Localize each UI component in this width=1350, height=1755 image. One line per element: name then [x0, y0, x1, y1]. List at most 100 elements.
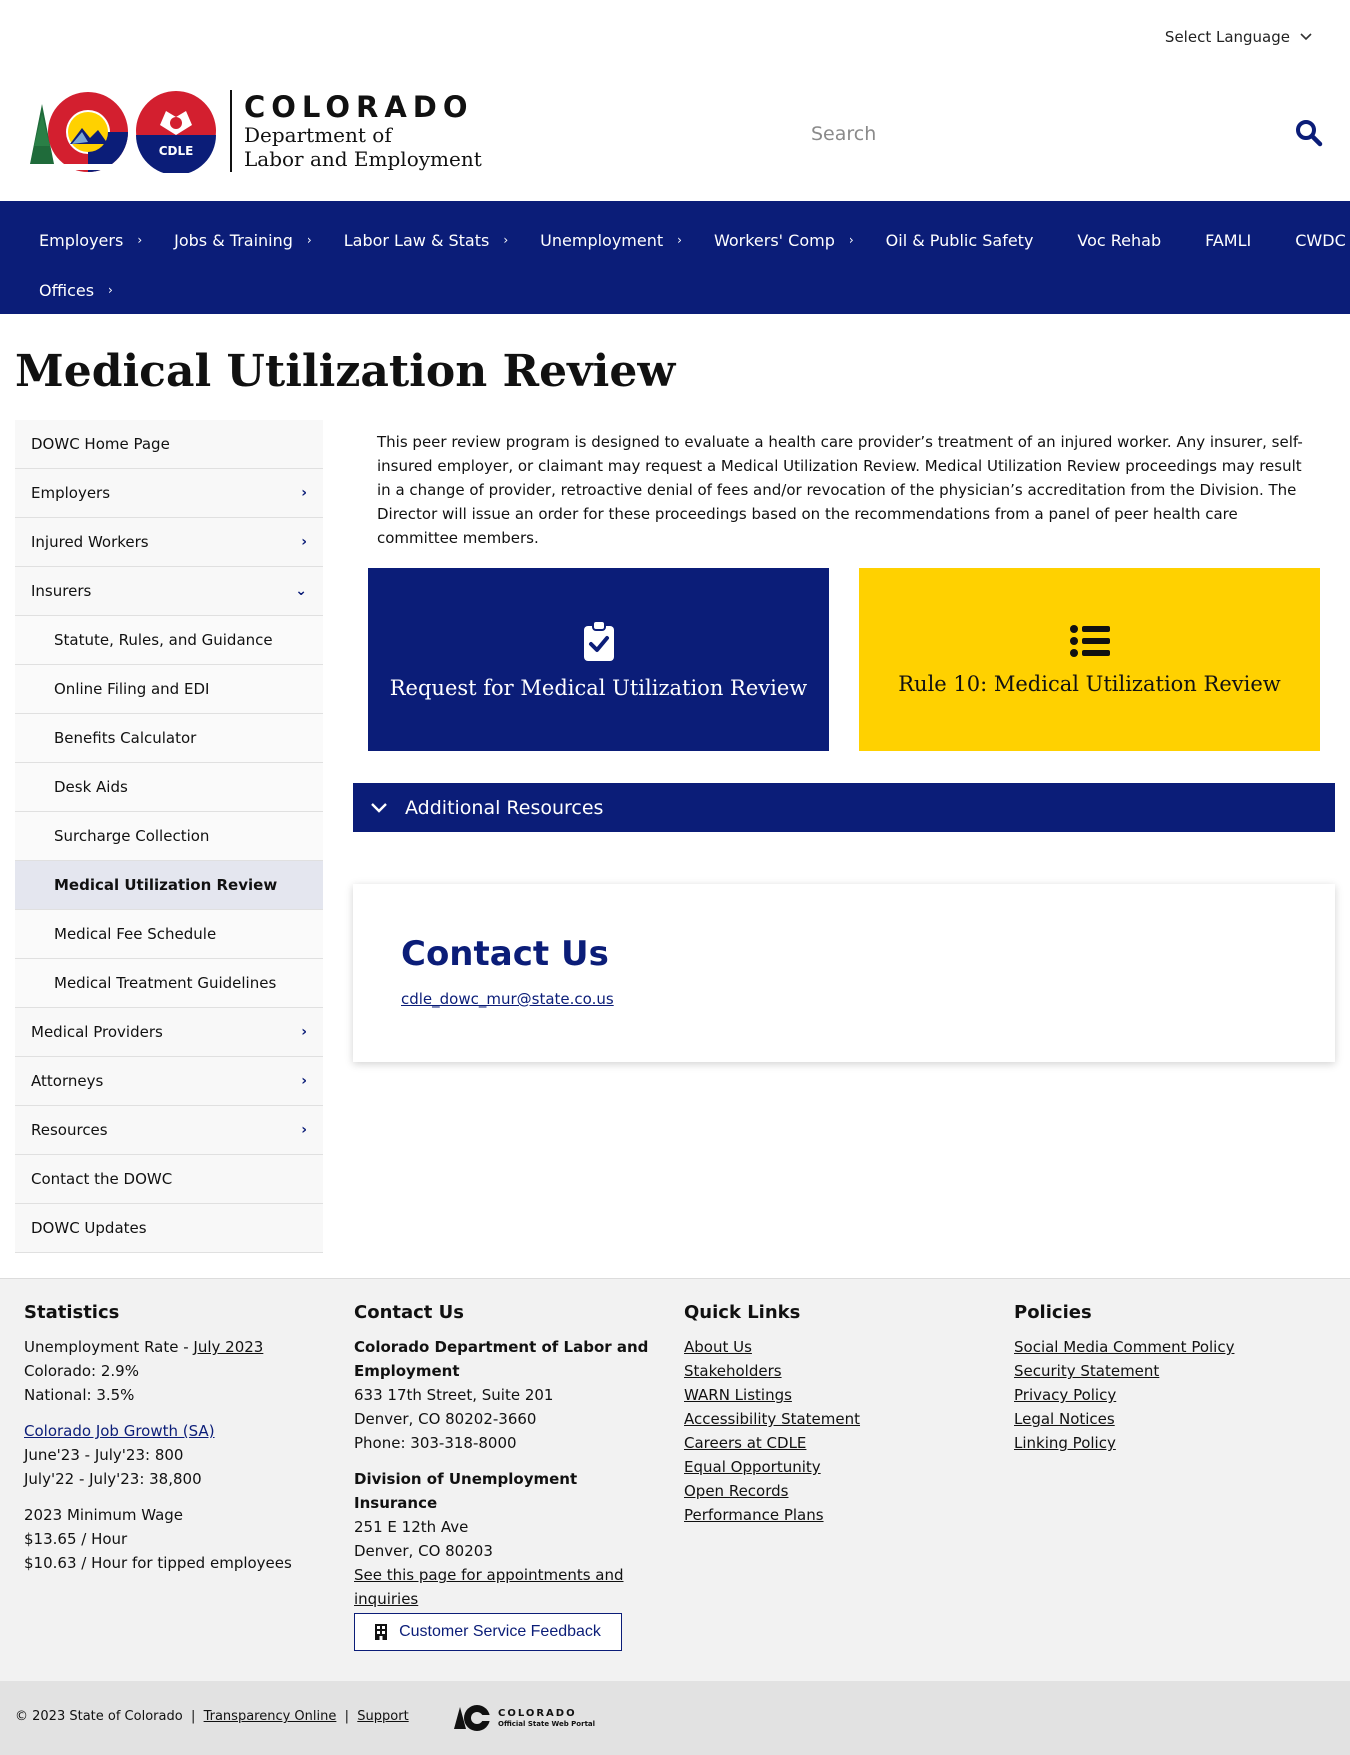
nav-item-label: FAMLI: [1205, 230, 1252, 250]
policy-link-social-media[interactable]: Social Media Comment Policy: [1014, 1335, 1334, 1359]
quick-link-performance-plans[interactable]: Performance Plans: [684, 1503, 984, 1527]
cdle-badge-icon: CDLE: [136, 91, 216, 173]
footer-policies: Policies Social Media Comment Policy Sec…: [1014, 1301, 1334, 1455]
contact-email-link[interactable]: cdle_dowc_mur@state.co.us: [401, 990, 614, 1008]
sidebar-item-medical-providers[interactable]: Medical Providers ›: [15, 1008, 323, 1057]
logo-dept-line-1: Department of: [244, 123, 392, 147]
sidebar-item-dowc-updates[interactable]: DOWC Updates: [15, 1204, 323, 1253]
sidebar-item-injured-workers[interactable]: Injured Workers ›: [15, 518, 323, 567]
chevron-right-icon[interactable]: ›: [301, 1073, 307, 1089]
sidebar-item-medical-treatment-guidelines[interactable]: Medical Treatment Guidelines: [15, 959, 323, 1008]
nav-item-unemployment[interactable]: Unemployment ›: [525, 215, 697, 265]
unemployment-rate-line: Unemployment Rate - July 2023: [24, 1335, 324, 1359]
colorado-c-logo-icon: [454, 1705, 492, 1731]
separator: |: [344, 1709, 350, 1724]
chevron-down-icon[interactable]: ⌄: [295, 583, 307, 599]
rule-10-card[interactable]: Rule 10: Medical Utilization Review: [859, 568, 1320, 751]
chevron-right-icon[interactable]: ›: [301, 1024, 307, 1040]
footer-heading: Policies: [1014, 1302, 1092, 1323]
sidebar-item-surcharge-collection[interactable]: Surcharge Collection: [15, 812, 323, 861]
customer-feedback-button[interactable]: Customer Service Feedback: [354, 1613, 622, 1651]
language-label: Select Language: [1164, 28, 1290, 46]
sidebar-item-statute-rules[interactable]: Statute, Rules, and Guidance: [15, 616, 323, 665]
policy-link-legal-notices[interactable]: Legal Notices: [1014, 1407, 1334, 1431]
quick-link-equal-opportunity[interactable]: Equal Opportunity: [684, 1455, 984, 1479]
colorado-rate: Colorado: 2.9%: [24, 1362, 139, 1380]
nav-item-cwdc[interactable]: CWDC: [1280, 215, 1350, 265]
sidebar-item-desk-aids[interactable]: Desk Aids: [15, 763, 323, 812]
nav-item-label: Voc Rehab: [1077, 230, 1162, 250]
language-selector[interactable]: Select Language: [1165, 28, 1312, 46]
chevron-right-icon[interactable]: ›: [301, 1122, 307, 1138]
footer-address-1: 633 17th Street, Suite 201: [354, 1386, 554, 1404]
sidebar-item-benefits-calculator[interactable]: Benefits Calculator: [15, 714, 323, 763]
sidebar-item-medical-fee-schedule[interactable]: Medical Fee Schedule: [15, 910, 323, 959]
nav-item-workers-comp[interactable]: Workers' Comp ›: [699, 215, 869, 265]
policy-link-linking[interactable]: Linking Policy: [1014, 1431, 1334, 1455]
sidebar-item-resources[interactable]: Resources ›: [15, 1106, 323, 1155]
national-rate: National: 3.5%: [24, 1386, 135, 1404]
job-growth-link[interactable]: Colorado Job Growth (SA): [24, 1419, 324, 1443]
sidebar-item-label: Medical Providers: [31, 1023, 163, 1041]
portal-subtitle: Official State Web Portal: [498, 1719, 596, 1728]
chevron-right-icon[interactable]: ›: [301, 485, 307, 501]
sidebar-item-label: Surcharge Collection: [54, 827, 210, 845]
sidebar-item-label: DOWC Home Page: [31, 435, 170, 453]
sidebar-item-dowc-home[interactable]: DOWC Home Page: [15, 420, 323, 469]
nav-item-label: CWDC: [1295, 230, 1346, 250]
sidebar-item-label: Statute, Rules, and Guidance: [54, 631, 273, 649]
sidebar-item-label: Benefits Calculator: [54, 729, 197, 747]
chevron-right-icon: ›: [108, 283, 113, 297]
portal-text: COLORADO Official State Web Portal: [498, 1708, 595, 1729]
clipboard-check-icon: [583, 619, 614, 661]
appointments-link[interactable]: See this page for appointments and inqui…: [354, 1563, 654, 1611]
request-review-card[interactable]: Request for Medical Utilization Review: [368, 568, 829, 751]
quick-link-open-records[interactable]: Open Records: [684, 1479, 984, 1503]
sidebar-item-label: Medical Utilization Review: [54, 876, 278, 894]
search-input[interactable]: [795, 117, 1265, 151]
nav-item-famli[interactable]: FAMLI: [1190, 215, 1266, 265]
quick-link-careers[interactable]: Careers at CDLE: [684, 1431, 984, 1455]
chevron-right-icon[interactable]: ›: [301, 534, 307, 550]
section-sidebar: DOWC Home Page Employers › Injured Worker…: [15, 420, 323, 1253]
sidebar-item-label: Employers: [31, 484, 111, 502]
nav-item-label: Workers' Comp: [713, 230, 835, 250]
quick-link-about-us[interactable]: About Us: [684, 1335, 984, 1359]
nav-item-jobs-training[interactable]: Jobs & Training ›: [159, 215, 327, 265]
additional-resources-accordion[interactable]: Additional Resources: [353, 783, 1335, 832]
sidebar-item-label: Contact the DOWC: [31, 1170, 173, 1188]
top-bar: Select Language: [0, 0, 1350, 70]
sidebar-item-attorneys[interactable]: Attorneys ›: [15, 1057, 323, 1106]
list-icon: [1069, 624, 1110, 657]
nav-item-offices[interactable]: Offices ›: [24, 265, 128, 315]
state-portal-logo[interactable]: COLORADO Official State Web Portal: [454, 1703, 595, 1733]
contact-card: Contact Us cdle_dowc_mur@state.co.us: [353, 884, 1335, 1062]
transparency-online-link[interactable]: Transparency Online: [204, 1709, 337, 1724]
nav-item-labor-law-stats[interactable]: Labor Law & Stats ›: [329, 215, 523, 265]
sidebar-item-contact-dowc[interactable]: Contact the DOWC: [15, 1155, 323, 1204]
feedback-label: Customer Service Feedback: [399, 1623, 601, 1640]
search-button[interactable]: [1293, 118, 1325, 150]
quick-link-stakeholders[interactable]: Stakeholders: [684, 1359, 984, 1383]
chevron-down-icon: [371, 802, 387, 813]
policy-link-security[interactable]: Security Statement: [1014, 1359, 1334, 1383]
policy-link-privacy[interactable]: Privacy Policy: [1014, 1383, 1334, 1407]
unemployment-month-link[interactable]: July 2023: [193, 1338, 263, 1356]
footer-org-name: Colorado Department of Labor and Employm…: [354, 1338, 649, 1380]
quick-link-accessibility[interactable]: Accessibility Statement: [684, 1407, 984, 1431]
logo-state-name: COLORADO: [244, 90, 474, 124]
cdle-logo[interactable]: CDLE COLORADO Department of Labor and Em…: [28, 86, 508, 176]
nav-item-label: Unemployment: [540, 230, 664, 250]
nav-row-2: Offices ›: [24, 265, 1350, 315]
sidebar-item-label: DOWC Updates: [31, 1219, 147, 1237]
sidebar-item-label: Desk Aids: [54, 778, 128, 796]
sidebar-item-insurers[interactable]: Insurers ⌄: [15, 567, 323, 616]
nav-item-oil-public-safety[interactable]: Oil & Public Safety: [871, 215, 1049, 265]
sidebar-item-medical-utilization-review[interactable]: Medical Utilization Review: [15, 861, 323, 910]
nav-item-employers[interactable]: Employers ›: [24, 215, 157, 265]
sidebar-item-employers[interactable]: Employers ›: [15, 469, 323, 518]
sidebar-item-online-filing[interactable]: Online Filing and EDI: [15, 665, 323, 714]
nav-item-voc-rehab[interactable]: Voc Rehab: [1062, 215, 1176, 265]
support-link[interactable]: Support: [357, 1709, 408, 1724]
quick-link-warn-listings[interactable]: WARN Listings: [684, 1383, 984, 1407]
